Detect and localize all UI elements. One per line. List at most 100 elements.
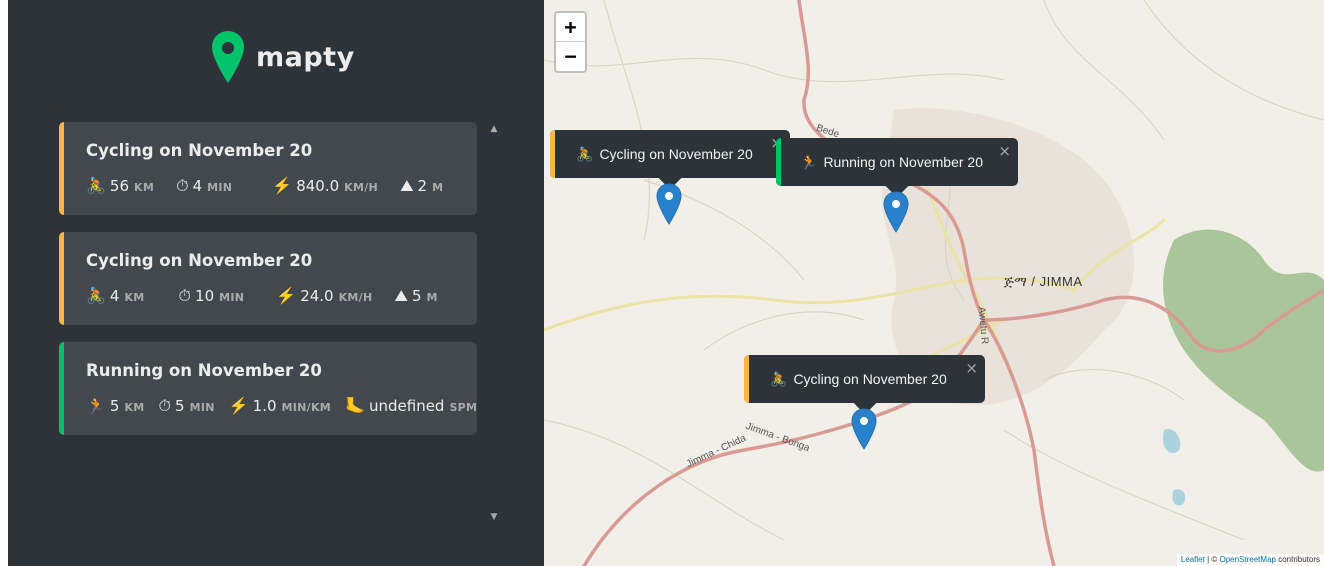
pace-value: 1.0 (252, 397, 277, 415)
duration-unit: min (189, 401, 215, 414)
map-attribution: Leaflet | © OpenStreetMap contributors (1176, 554, 1324, 566)
speed-detail: ⚡️ 24.0 km/h (276, 287, 372, 305)
distance-unit: km (124, 291, 145, 304)
cadence-detail: 🦶 undefined spm (345, 397, 477, 415)
popup-text: 🏃 Running on November 20 (800, 154, 983, 171)
stopwatch-icon: ⏱ (158, 396, 172, 415)
map-marker-icon[interactable] (851, 408, 877, 450)
map-marker-icon[interactable] (883, 191, 909, 233)
workout-type-stripe (59, 342, 64, 435)
stopwatch-icon: ⏱ (178, 286, 192, 305)
popup-label: Cycling on November 20 (599, 145, 753, 162)
workout-details: 🚴 56 km ⏱ 4 min ⚡️ 840.0 km/h (86, 177, 465, 195)
zoom-out-button[interactable]: − (556, 42, 585, 71)
duration-detail: ⏱ 10 min (179, 287, 245, 305)
zoom-control: + − (554, 11, 587, 73)
duration-unit: min (219, 291, 245, 304)
duration-detail: ⏱ 5 min (159, 397, 215, 415)
cadence-value: undefined (368, 397, 445, 415)
elevation-unit: m (432, 181, 444, 194)
popup-label: Cycling on November 20 (793, 370, 947, 387)
popup-text: 🚴 Cycling on November 20 (576, 146, 753, 163)
mountain-icon: ⛰ (400, 176, 414, 195)
osm-link[interactable]: OpenStreetMap (1219, 555, 1275, 564)
speed-unit: km/h (344, 181, 379, 194)
map-pin-icon (212, 31, 244, 83)
logo: mapty (212, 30, 355, 84)
workout-popup[interactable]: 🚴Cycling on November 20 × (550, 130, 790, 190)
distance-value: 5 (109, 397, 120, 415)
app-window: mapty Cycling on November 20 🚴 56 km ⏱ 4… (0, 0, 1324, 566)
app-name: mapty (256, 41, 355, 73)
distance-detail: 🚴 56 km (86, 177, 154, 195)
workout-details: 🏃 5 km ⏱ 5 min ⚡️ 1.0 min/km (86, 397, 477, 415)
workout-type-stripe (59, 122, 64, 215)
lightning-icon: ⚡️ (276, 286, 297, 305)
pace-detail: ⚡️ 1.0 min/km (229, 397, 331, 415)
distance-unit: km (124, 401, 145, 414)
workout-title: Cycling on November 20 (86, 251, 313, 270)
mountain-icon: ⛰ (394, 286, 408, 305)
duration-unit: min (207, 181, 233, 194)
scroll-up-icon[interactable]: ▲ (486, 122, 502, 136)
map-tiles (544, 0, 1324, 566)
distance-value: 4 (109, 287, 120, 305)
bicycle-icon: 🚴 (576, 145, 594, 162)
distance-value: 56 (109, 177, 130, 195)
elevation-value: 2 (417, 177, 428, 195)
workout-popup[interactable]: 🏃 Running on November 20 × (776, 138, 1018, 198)
workout-title: Running on November 20 (86, 361, 322, 380)
foot-icon: 🦶 (345, 396, 365, 415)
map[interactable]: Bede Jimma - Chida Jimma - Bonga Awetu R… (544, 0, 1324, 566)
leaflet-link[interactable]: Leaflet (1181, 555, 1205, 564)
workout-list-scrollbar[interactable]: ▲ ▼ (486, 122, 502, 524)
popup-type-stripe (744, 355, 749, 403)
speed-detail: ⚡️ 840.0 km/h (272, 177, 378, 195)
scroll-down-icon[interactable]: ▼ (486, 510, 502, 524)
lightning-icon: ⚡️ (228, 396, 249, 415)
runner-icon: 🏃 (800, 153, 818, 170)
workout-card[interactable]: Cycling on November 20 🚴 4 km ⏱ 10 min ⚡… (59, 232, 477, 325)
attribution-suffix: contributors (1275, 555, 1320, 564)
popup-text: 🚴 Cycling on November 20 (770, 371, 947, 388)
elevation-detail: ⛰ 2 m (400, 177, 443, 195)
zoom-in-button[interactable]: + (556, 13, 585, 42)
popup-type-stripe (776, 138, 781, 186)
map-marker-icon[interactable] (656, 183, 682, 225)
workout-card[interactable]: Running on November 20 🏃 5 km ⏱ 5 min ⚡️ (59, 342, 477, 435)
distance-unit: km (134, 181, 155, 194)
duration-detail: ⏱ 4 min (176, 177, 232, 195)
runner-icon: 🏃 (86, 396, 106, 415)
elevation-unit: m (426, 291, 438, 304)
speed-value: 840.0 (296, 177, 340, 195)
workout-popup[interactable]: 🚴 Cycling on November 20 × (744, 355, 985, 415)
distance-detail: 🏃 5 km (86, 397, 145, 415)
elevation-value: 5 (411, 287, 422, 305)
pace-unit: min/km (281, 401, 332, 414)
stopwatch-icon: ⏱ (176, 176, 189, 195)
lightning-icon: ⚡️ (272, 176, 293, 195)
popup-label: Running on November 20 (823, 153, 983, 170)
window-edge (0, 0, 8, 566)
popup-type-stripe (550, 130, 555, 178)
duration-value: 5 (175, 397, 185, 415)
bicycle-icon: 🚴 (770, 370, 788, 387)
duration-value: 4 (192, 177, 203, 195)
scroll-track[interactable] (486, 136, 502, 510)
cadence-unit: spm (449, 401, 477, 414)
distance-detail: 🚴 4 km (86, 287, 145, 305)
speed-value: 24.0 (300, 287, 334, 305)
bicycle-icon: 🚴 (86, 286, 106, 305)
speed-unit: km/h (338, 291, 373, 304)
sidebar: mapty Cycling on November 20 🚴 56 km ⏱ 4… (8, 0, 544, 566)
close-icon[interactable]: × (998, 142, 1011, 160)
workout-details: 🚴 4 km ⏱ 10 min ⚡️ 24.0 km/h (86, 287, 460, 305)
workout-card[interactable]: Cycling on November 20 🚴 56 km ⏱ 4 min ⚡… (59, 122, 477, 215)
duration-value: 10 (195, 287, 215, 305)
workout-type-stripe (59, 232, 64, 325)
bicycle-icon: 🚴 (86, 176, 106, 195)
attribution-separator: | © (1204, 555, 1220, 564)
close-icon[interactable]: × (965, 359, 978, 377)
elevation-detail: ⛰ 5 m (395, 287, 438, 305)
city-label: ጅማ / JIMMA (1004, 274, 1083, 289)
